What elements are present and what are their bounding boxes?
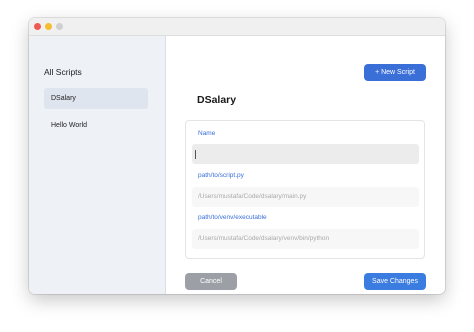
text-caret bbox=[195, 150, 196, 159]
minimize-window-icon[interactable] bbox=[45, 23, 52, 30]
title-bar bbox=[29, 18, 445, 36]
save-changes-button[interactable]: Save Changes bbox=[364, 273, 426, 290]
close-window-icon[interactable] bbox=[34, 23, 41, 30]
app-window: All Scripts DSalary Hello World + New Sc… bbox=[29, 18, 445, 294]
script-path-label: path/to/script.py bbox=[198, 172, 244, 179]
venv-path-input[interactable]: /Users/mustafa/Code/dsalary/venv/bin/pyt… bbox=[192, 229, 419, 249]
name-label: Name bbox=[198, 130, 216, 137]
sidebar-item-hello-world[interactable]: Hello World bbox=[44, 115, 148, 136]
sidebar-item-dsalary[interactable]: DSalary bbox=[44, 88, 148, 109]
sidebar: All Scripts DSalary Hello World bbox=[29, 36, 166, 294]
cancel-button[interactable]: Cancel bbox=[185, 273, 237, 290]
script-path-input[interactable]: /Users/mustafa/Code/dsalary/main.py bbox=[192, 187, 419, 207]
name-input[interactable] bbox=[192, 144, 419, 164]
main-panel: + New Script DSalary Name path/to/script… bbox=[166, 36, 445, 294]
maximize-window-icon[interactable] bbox=[56, 23, 63, 30]
page-title: DSalary bbox=[197, 94, 237, 106]
sidebar-title: All Scripts bbox=[44, 67, 82, 77]
script-form-card: Name path/to/script.py /Users/mustafa/Co… bbox=[185, 120, 425, 259]
new-script-button[interactable]: + New Script bbox=[364, 64, 426, 81]
venv-path-label: path/to/venv/executable bbox=[198, 214, 267, 221]
